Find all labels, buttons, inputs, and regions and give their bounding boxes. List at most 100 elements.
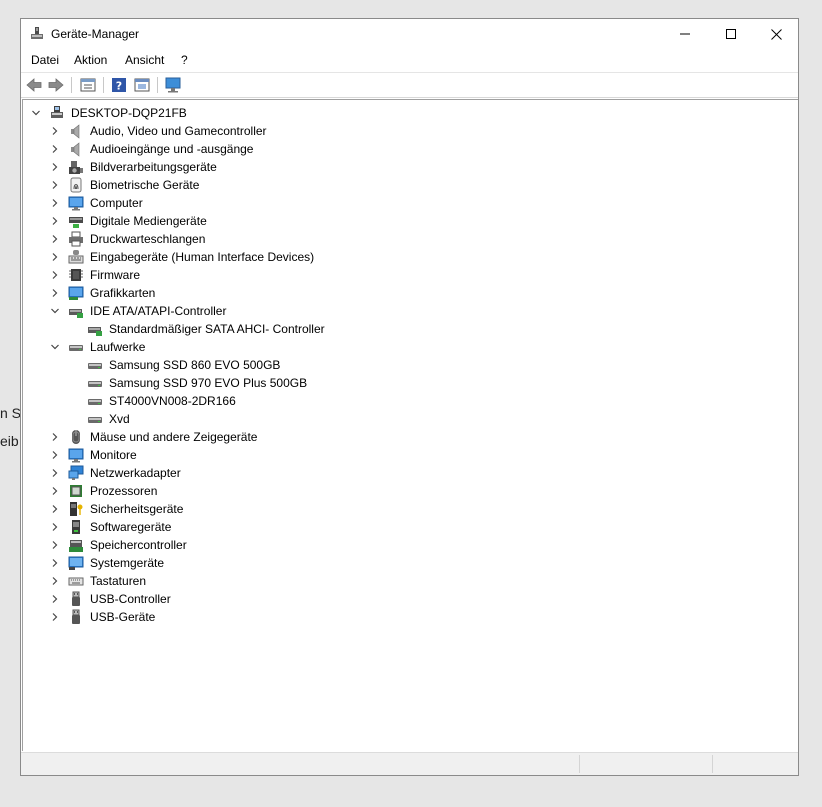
tree-item-label: Monitore xyxy=(90,448,137,462)
tree-category[interactable]: Audio, Video und Gamecontroller xyxy=(50,122,268,140)
tree-category[interactable]: Systemgeräte xyxy=(50,554,165,572)
tree-category[interactable]: Netzwerkadapter xyxy=(50,464,182,482)
back-arrow-icon[interactable] xyxy=(25,76,43,94)
chevron-right-icon[interactable] xyxy=(50,612,60,622)
chevron-right-icon[interactable] xyxy=(50,594,60,604)
chevron-down-icon[interactable] xyxy=(31,108,41,118)
tree-category[interactable]: Laufwerke xyxy=(50,338,146,356)
tree-device[interactable]: Standardmäßiger SATA AHCI- Controller xyxy=(69,320,326,338)
tree-category[interactable]: Softwaregeräte xyxy=(50,518,172,536)
tree-item-label: IDE ATA/ATAPI-Controller xyxy=(90,304,227,318)
tree-category[interactable]: Prozessoren xyxy=(50,482,158,500)
tree-item-label: Laufwerke xyxy=(90,340,146,354)
tree-category[interactable]: Druckwarteschlangen xyxy=(50,230,206,248)
device-manager-window: Geräte-Manager Datei Aktion Ansicht ? ? xyxy=(20,18,799,776)
tree-category[interactable]: Mäuse und andere Zeigegeräte xyxy=(50,428,258,446)
chevron-right-icon[interactable] xyxy=(50,558,60,568)
tree-item-label: Audioeingänge und -ausgänge xyxy=(90,142,254,156)
tree-category[interactable]: Grafikkarten xyxy=(50,284,156,302)
tree-category[interactable]: USB-Controller xyxy=(50,590,172,608)
chevron-right-icon[interactable] xyxy=(50,144,60,154)
tree-category[interactable]: Tastaturen xyxy=(50,572,147,590)
tree-item-label: Softwaregeräte xyxy=(90,520,172,534)
chevron-right-icon[interactable] xyxy=(50,468,60,478)
tree-item-label: Netzwerkadapter xyxy=(90,466,181,480)
tree-item-label: Digitale Mediengeräte xyxy=(90,214,207,228)
window-title: Geräte-Manager xyxy=(51,27,140,41)
chevron-right-icon[interactable] xyxy=(50,234,60,244)
forward-arrow-icon[interactable] xyxy=(47,76,65,94)
toolbar-separator xyxy=(157,77,158,93)
tree-category[interactable]: Firmware xyxy=(50,266,141,284)
tree-item-label: Tastaturen xyxy=(90,574,147,588)
drive-icon xyxy=(88,363,102,369)
storage-controller-icon xyxy=(69,540,83,552)
tree-category[interactable]: Speichercontroller xyxy=(50,536,188,554)
status-bar-separator xyxy=(579,755,580,773)
speaker-icon xyxy=(71,124,80,139)
chevron-down-icon[interactable] xyxy=(50,342,60,352)
printer-icon xyxy=(69,231,83,247)
toolbar-separator xyxy=(103,77,104,93)
hid-icon xyxy=(68,250,84,264)
menu-aktion[interactable]: Aktion xyxy=(74,53,107,67)
tree-root-computer[interactable]: DESKTOP-DQP21FB xyxy=(31,104,188,122)
help-icon[interactable]: ? xyxy=(110,76,128,94)
device-tree[interactable]: DESKTOP-DQP21FB Audio, Video und Gamecont… xyxy=(22,99,798,751)
chevron-right-icon[interactable] xyxy=(50,450,60,460)
properties-icon[interactable] xyxy=(79,76,97,94)
tree-item-label: USB-Controller xyxy=(90,592,171,606)
tree-category[interactable]: Bildverarbeitungsgeräte xyxy=(50,158,218,176)
chevron-right-icon[interactable] xyxy=(50,270,60,280)
chevron-right-icon[interactable] xyxy=(50,522,60,532)
close-button[interactable] xyxy=(753,19,799,49)
update-driver-icon[interactable] xyxy=(133,76,151,94)
chevron-right-icon[interactable] xyxy=(50,252,60,262)
scan-monitor-icon[interactable] xyxy=(164,76,182,94)
chevron-down-icon[interactable] xyxy=(50,306,60,316)
chevron-right-icon[interactable] xyxy=(50,126,60,136)
minimize-button[interactable] xyxy=(662,19,708,49)
maximize-icon xyxy=(726,29,736,39)
monitor-icon xyxy=(68,196,84,211)
chevron-right-icon[interactable] xyxy=(50,180,60,190)
tree-category[interactable]: USB-Geräte xyxy=(50,608,156,626)
tree-item-label: Standardmäßiger SATA AHCI- Controller xyxy=(109,322,325,336)
tree-item-label: Systemgeräte xyxy=(90,556,165,570)
chevron-right-icon[interactable] xyxy=(50,288,60,298)
title-bar[interactable]: Geräte-Manager xyxy=(21,19,798,49)
chevron-right-icon[interactable] xyxy=(50,432,60,442)
minimize-icon xyxy=(680,33,690,35)
drive-icon xyxy=(69,345,83,351)
chevron-right-icon[interactable] xyxy=(50,216,60,226)
toolbar: ? xyxy=(21,72,798,98)
chevron-right-icon[interactable] xyxy=(50,198,60,208)
tree-category[interactable]: Digitale Mediengeräte xyxy=(50,212,208,230)
chevron-right-icon[interactable] xyxy=(50,504,60,514)
tree-item-label: Samsung SSD 860 EVO 500GB xyxy=(109,358,281,372)
menu-datei[interactable]: Datei xyxy=(31,53,59,67)
fingerprint-icon xyxy=(70,177,82,193)
speaker-icon xyxy=(71,142,80,157)
chevron-right-icon[interactable] xyxy=(50,576,60,586)
menu-help[interactable]: ? xyxy=(181,53,188,67)
tree-category[interactable]: Monitore xyxy=(50,446,138,464)
tree-category[interactable]: Computer xyxy=(50,194,144,212)
tree-category[interactable]: Biometrische Geräte xyxy=(50,176,200,194)
chevron-right-icon[interactable] xyxy=(50,486,60,496)
maximize-button[interactable] xyxy=(708,19,754,49)
chevron-right-icon[interactable] xyxy=(50,540,60,550)
tree-device[interactable]: Samsung SSD 860 EVO 500GB xyxy=(69,356,281,374)
drive-icon xyxy=(88,417,102,423)
tree-category[interactable]: IDE ATA/ATAPI-Controller xyxy=(50,302,227,320)
menu-ansicht[interactable]: Ansicht xyxy=(125,53,164,67)
usb-icon xyxy=(72,609,80,624)
tree-category[interactable]: Sicherheitsgeräte xyxy=(50,500,184,518)
chevron-right-icon[interactable] xyxy=(50,162,60,172)
drive-icon xyxy=(88,381,102,387)
tree-category[interactable]: Audioeingänge und -ausgänge xyxy=(50,140,254,158)
tree-device[interactable]: Samsung SSD 970 EVO Plus 500GB xyxy=(69,374,308,392)
tree-device[interactable]: Xvd xyxy=(69,410,131,428)
tree-category[interactable]: Eingabegeräte (Human Interface Devices) xyxy=(50,248,315,266)
tree-device[interactable]: ST4000VN008-2DR166 xyxy=(69,392,237,410)
